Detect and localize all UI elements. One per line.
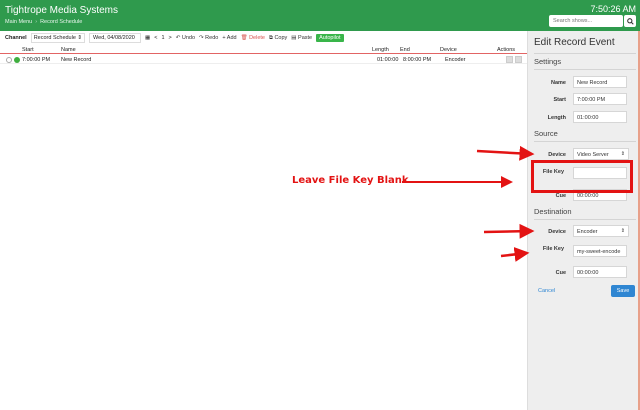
arrow-icon (500, 246, 530, 262)
arrow-icon (483, 223, 535, 239)
annotation-arrows (402, 145, 535, 262)
arrow-icon (476, 145, 535, 161)
